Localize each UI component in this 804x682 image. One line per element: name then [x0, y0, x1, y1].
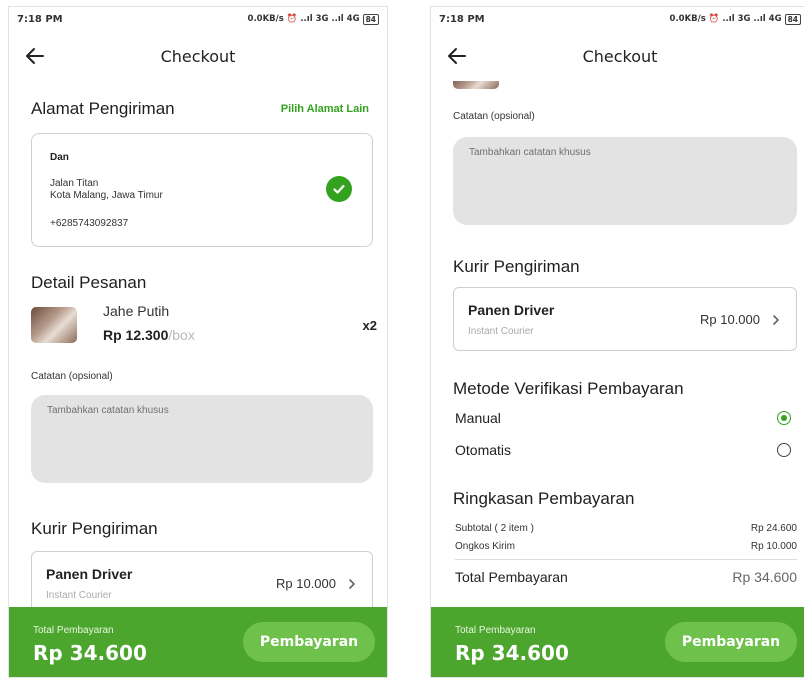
- product-name: Jahe Putih: [103, 303, 170, 319]
- pay-button[interactable]: Pembayaran: [665, 622, 797, 662]
- total-value: Rp 34.600: [732, 569, 797, 585]
- note-input[interactable]: [453, 137, 797, 225]
- status-time: 7:18 PM: [17, 13, 63, 25]
- option-label: Otomatis: [455, 442, 512, 458]
- chevron-right-icon: [349, 579, 355, 589]
- change-address-link[interactable]: Pilih Alamat Lain: [281, 103, 369, 115]
- verification-option-otomatis[interactable]: Otomatis: [455, 439, 791, 461]
- summary-subtotal-row: Subtotal ( 2 item ) Rp 24.600: [455, 523, 797, 534]
- price-unit: /box: [168, 327, 195, 343]
- address-section-title: Alamat Pengiriman: [31, 99, 175, 118]
- price-value: Rp 12.300: [103, 327, 169, 343]
- summary-total-row: Total Pembayaran Rp 34.600: [455, 569, 797, 585]
- checkout-screen-top: 7:18 PM 0.0KB/s ⏰ ..ıl 3G ..ıl 4G 84 Che…: [8, 6, 388, 678]
- product-image: [31, 307, 77, 343]
- product-quantity: x2: [362, 318, 377, 333]
- shipping-value: Rp 10.000: [750, 541, 797, 552]
- checkout-content: Alamat Pengiriman Pilih Alamat Lain Dan …: [9, 81, 387, 677]
- courier-price: Rp 10.000: [276, 576, 336, 591]
- check-circle-icon: [326, 176, 352, 202]
- radio-unselected-icon[interactable]: [777, 443, 791, 457]
- pay-button[interactable]: Pembayaran: [243, 622, 375, 662]
- address-street: Jalan Titan: [50, 178, 99, 189]
- total-amount: Rp 34.600: [455, 641, 569, 665]
- status-bar: 7:18 PM 0.0KB/s ⏰ ..ıl 3G ..ıl 4G 84: [431, 7, 804, 31]
- note-input[interactable]: [31, 395, 373, 483]
- app-bar: Checkout: [9, 31, 387, 81]
- page-title: Checkout: [582, 46, 658, 66]
- summary-shipping-row: Ongkos Kirim Rp 10.000: [455, 541, 797, 552]
- courier-name: Panen Driver: [46, 566, 133, 582]
- arrow-left-icon[interactable]: [23, 44, 47, 68]
- chevron-right-icon: [773, 315, 779, 325]
- verification-option-manual[interactable]: Manual: [455, 407, 791, 429]
- recipient-name: Dan: [50, 152, 69, 163]
- summary-divider: [455, 559, 797, 560]
- checkout-bottom-bar: Total Pembayaran Rp 34.600 Pembayaran: [431, 607, 804, 677]
- total-label: Total Pembayaran: [33, 625, 114, 636]
- status-time: 7:18 PM: [439, 13, 485, 25]
- address-card[interactable]: Dan Jalan Titan Kota Malang, Jawa Timur …: [31, 133, 373, 247]
- recipient-phone: +6285743092837: [50, 218, 129, 229]
- address-city: Kota Malang, Jawa Timur: [50, 190, 163, 201]
- battery-icon: 84: [362, 13, 379, 25]
- network-indicators: 0.0KB/s ⏰ ..ıl 3G ..ıl 4G: [247, 14, 360, 24]
- courier-type: Instant Courier: [468, 326, 534, 337]
- shipping-label: Ongkos Kirim: [455, 541, 516, 552]
- status-indicators: 0.0KB/s ⏰ ..ıl 3G ..ıl 4G 84: [247, 13, 379, 25]
- total-label: Total Pembayaran: [455, 625, 536, 636]
- network-indicators: 0.0KB/s ⏰ ..ıl 3G ..ıl 4G: [669, 14, 782, 24]
- courier-card[interactable]: Panen Driver Instant Courier Rp 10.000: [31, 551, 373, 615]
- courier-type: Instant Courier: [46, 590, 112, 601]
- note-label: Catatan (opsional): [453, 111, 535, 122]
- app-bar: Checkout: [431, 31, 804, 81]
- status-bar: 7:18 PM 0.0KB/s ⏰ ..ıl 3G ..ıl 4G 84: [9, 7, 387, 31]
- checkout-bottom-bar: Total Pembayaran Rp 34.600 Pembayaran: [9, 607, 387, 677]
- courier-card[interactable]: Panen Driver Instant Courier Rp 10.000: [453, 287, 797, 351]
- subtotal-label: Subtotal ( 2 item ): [455, 523, 534, 534]
- arrow-left-icon[interactable]: [445, 44, 469, 68]
- checkout-content: Catatan (opsional) Kurir Pengiriman Pane…: [431, 73, 804, 677]
- order-section-title: Detail Pesanan: [31, 273, 147, 292]
- page-title: Checkout: [160, 46, 236, 66]
- summary-section-title: Ringkasan Pembayaran: [453, 489, 635, 508]
- status-indicators: 0.0KB/s ⏰ ..ıl 3G ..ıl 4G 84: [669, 13, 801, 25]
- verification-section-title: Metode Verifikasi Pembayaran: [453, 379, 684, 398]
- battery-icon: 84: [784, 13, 801, 25]
- courier-section-title: Kurir Pengiriman: [453, 257, 580, 276]
- total-label: Total Pembayaran: [455, 569, 568, 585]
- courier-section-title: Kurir Pengiriman: [31, 519, 158, 538]
- product-price: Rp 12.300/box: [103, 327, 195, 343]
- courier-name: Panen Driver: [468, 302, 555, 318]
- subtotal-value: Rp 24.600: [750, 523, 797, 534]
- checkout-screen-scrolled: 7:18 PM 0.0KB/s ⏰ ..ıl 3G ..ıl 4G 84 Che…: [430, 6, 804, 678]
- courier-price: Rp 10.000: [700, 312, 760, 327]
- note-label: Catatan (opsional): [31, 371, 113, 382]
- option-label: Manual: [455, 410, 501, 426]
- total-amount: Rp 34.600: [33, 641, 147, 665]
- radio-selected-icon[interactable]: [777, 411, 791, 425]
